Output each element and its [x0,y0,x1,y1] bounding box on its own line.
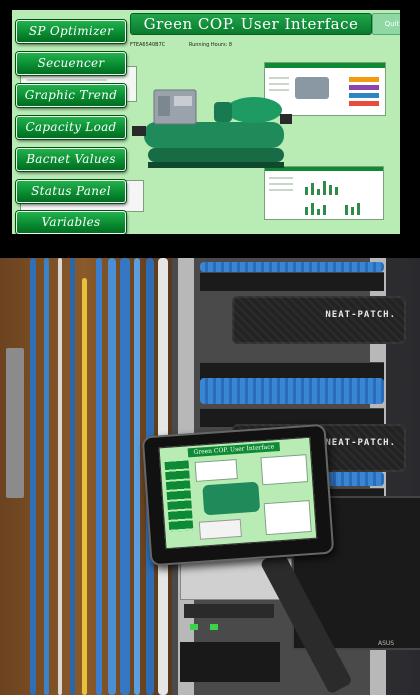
device-id: FTEA6540B7C [130,42,166,48]
neat-patch-label: NEAT-PATCH. [325,310,396,320]
ui-screenshot-panel: Green COP. User Interface Quit FTEA6540B… [0,0,420,250]
app-title: Green COP. User Interface [130,13,372,35]
monitor-brand: ASUS [378,640,395,647]
chiller-image [132,89,292,168]
neat-patch-label: NEAT-PATCH. [325,438,396,448]
running-hours: Running Hours: 8 [188,42,233,48]
menu-variables-button[interactable]: Variables [16,211,126,234]
menu-status-panel-button[interactable]: Status Panel [16,180,126,203]
tablet-screen: Green COP. User Interface [158,436,318,550]
menu-sp-optimizer-button[interactable]: SP Optimizer [16,20,126,43]
info-strip: FTEA6540B7C Running Hours: 8 [130,39,350,51]
menu-graphic-trend-button[interactable]: Graphic Trend [16,84,126,107]
quit-button[interactable]: Quit [372,13,400,35]
menu-capacity-load-button[interactable]: Capacity Load [16,116,126,139]
menu-bacnet-values-button[interactable]: Bacnet Values [16,148,126,171]
patch-panel [200,272,384,291]
ui-screen: Green COP. User Interface Quit FTEA6540B… [12,10,400,234]
tablet-app-title: Green COP. User Interface [187,441,281,458]
menu-secuencer-button[interactable]: Secuencer [16,52,126,75]
neat-patch-panel: NEAT-PATCH. [232,296,406,344]
tablet: Green COP. User Interface [141,423,335,567]
